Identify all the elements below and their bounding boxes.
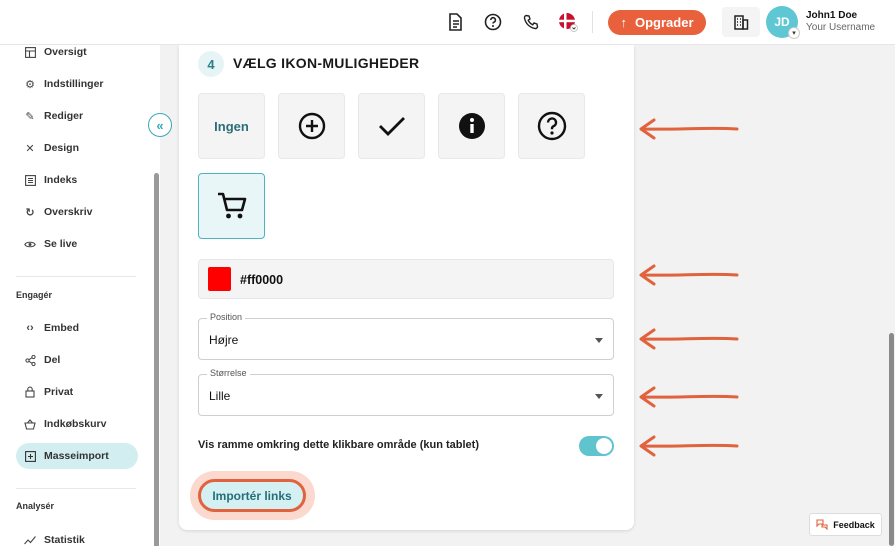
icon-option-plus[interactable] xyxy=(278,93,345,159)
step-number: 4 xyxy=(198,51,224,77)
code-icon: ‹› xyxy=(26,322,34,334)
sidebar-item-label: Del xyxy=(44,354,61,366)
info-icon xyxy=(458,113,485,139)
color-field[interactable]: #ff0000 xyxy=(198,259,614,299)
size-label: Størrelse xyxy=(207,368,250,378)
import-links-button[interactable]: Importér links xyxy=(198,479,306,512)
phone-icon[interactable] xyxy=(521,12,541,32)
position-select[interactable]: Position Højre xyxy=(198,312,614,360)
sidebar-item-label: Privat xyxy=(44,386,74,398)
list-icon xyxy=(24,174,36,186)
upgrade-button[interactable]: ↑ Opgrader xyxy=(608,10,706,35)
sidebar-item-label: Indeks xyxy=(44,174,78,186)
share-icon xyxy=(24,354,36,366)
basket-icon xyxy=(24,418,36,430)
annotation-arrow-icon xyxy=(639,264,739,286)
arrow-up-icon: ↑ xyxy=(620,15,627,30)
sidebar-item-label: Overskriv xyxy=(44,206,93,218)
toggle-knob xyxy=(596,438,612,454)
dropdown-arrow-icon xyxy=(595,338,603,343)
collapse-sidebar-button[interactable]: « xyxy=(148,113,172,137)
sidebar: Oversigt ⚙ Indstillinger ✎ Rediger ✕ Des… xyxy=(0,45,160,546)
double-chevron-left-icon: « xyxy=(156,117,164,133)
sidebar-item-statistik[interactable]: Statistik xyxy=(16,527,138,546)
icon-option-label: Ingen xyxy=(214,118,249,134)
color-swatch[interactable] xyxy=(208,267,231,291)
border-toggle-label: Vis ramme omkring dette klikbare område … xyxy=(198,439,479,451)
feedback-icon xyxy=(816,519,828,530)
sidebar-item-label: Embed xyxy=(44,322,80,334)
cart-icon xyxy=(217,192,246,219)
question-circle-icon xyxy=(537,111,566,141)
section-title: VÆLG IKON-MULIGHEDER xyxy=(233,55,420,71)
sidebar-divider xyxy=(16,488,136,489)
annotation-arrow-icon xyxy=(639,435,739,457)
sidebar-item-del[interactable]: Del xyxy=(16,347,138,373)
sidebar-item-rediger[interactable]: ✎ Rediger xyxy=(16,103,138,129)
sidebar-item-indstillinger[interactable]: ⚙ Indstillinger xyxy=(16,71,138,97)
border-toggle[interactable] xyxy=(579,436,614,456)
annotation-arrow-icon xyxy=(639,386,739,408)
sidebar-item-label: Se live xyxy=(44,238,78,250)
sidebar-item-indeks[interactable]: Indeks xyxy=(16,167,138,193)
top-bar: ↑ Opgrader JD ▾ John1 Doe Your Username xyxy=(0,0,895,45)
sidebar-item-indkobskurv[interactable]: Indkøbskurv xyxy=(16,411,138,437)
pencil-icon: ✎ xyxy=(25,110,35,123)
color-value: #ff0000 xyxy=(240,273,284,287)
section-label-engage: Engagér xyxy=(16,290,53,300)
eye-icon xyxy=(24,238,36,250)
user-username: Your Username xyxy=(806,22,876,33)
sidebar-divider xyxy=(16,276,136,277)
sidebar-item-se-live[interactable]: Se live xyxy=(16,231,138,257)
user-name: John1 Doe xyxy=(806,10,858,21)
design-tools-icon: ✕ xyxy=(25,142,35,155)
lock-icon xyxy=(24,386,36,398)
plus-circle-icon xyxy=(298,112,325,140)
danish-flag-icon[interactable] xyxy=(558,12,578,32)
sidebar-item-label: Indkøbskurv xyxy=(44,418,107,430)
feedback-label: Feedback xyxy=(833,519,875,530)
checkmark-icon xyxy=(378,117,405,136)
refresh-icon: ↻ xyxy=(25,206,35,219)
sidebar-item-label: Masseimport xyxy=(44,450,109,462)
sidebar-item-label: Statistik xyxy=(44,534,85,546)
icon-option-question[interactable] xyxy=(518,93,585,159)
position-label: Position xyxy=(207,312,246,322)
chevron-down-icon[interactable]: ▾ xyxy=(788,27,800,39)
sidebar-item-label: Rediger xyxy=(44,110,84,122)
sidebar-item-privat[interactable]: Privat xyxy=(16,379,138,405)
icon-option-info[interactable] xyxy=(438,93,505,159)
document-icon[interactable] xyxy=(445,12,465,32)
sidebar-item-overskriv[interactable]: ↻ Overskriv xyxy=(16,199,138,225)
feedback-button[interactable]: Feedback xyxy=(809,513,882,536)
sidebar-item-label: Indstillinger xyxy=(44,78,104,90)
sidebar-item-embed[interactable]: ‹› Embed xyxy=(16,315,138,341)
section-label-analysis: Analysér xyxy=(16,501,55,511)
sidebar-item-label: Oversigt xyxy=(44,46,87,58)
chart-line-icon xyxy=(24,534,36,546)
annotation-arrow-icon xyxy=(639,328,739,350)
icon-option-check[interactable] xyxy=(358,93,425,159)
annotation-arrow-icon xyxy=(639,118,739,140)
building-icon[interactable] xyxy=(722,7,760,37)
icon-option-none[interactable]: Ingen xyxy=(198,93,265,159)
position-value: Højre xyxy=(209,333,239,347)
dropdown-arrow-icon xyxy=(595,394,603,399)
help-icon[interactable] xyxy=(483,12,503,32)
sidebar-item-design[interactable]: ✕ Design xyxy=(16,135,138,161)
sidebar-item-label: Design xyxy=(44,142,80,154)
page-scrollbar[interactable] xyxy=(889,333,894,546)
gear-icon: ⚙ xyxy=(25,78,35,91)
layout-icon xyxy=(24,46,36,58)
sidebar-scrollbar[interactable] xyxy=(154,173,159,546)
import-icon xyxy=(24,450,36,462)
size-value: Lille xyxy=(209,389,231,403)
size-select[interactable]: Størrelse Lille xyxy=(198,368,614,416)
divider xyxy=(592,11,593,33)
upgrade-label: Opgrader xyxy=(634,15,694,30)
sidebar-item-masseimport[interactable]: Masseimport xyxy=(16,443,138,469)
icon-option-cart[interactable] xyxy=(198,173,265,239)
